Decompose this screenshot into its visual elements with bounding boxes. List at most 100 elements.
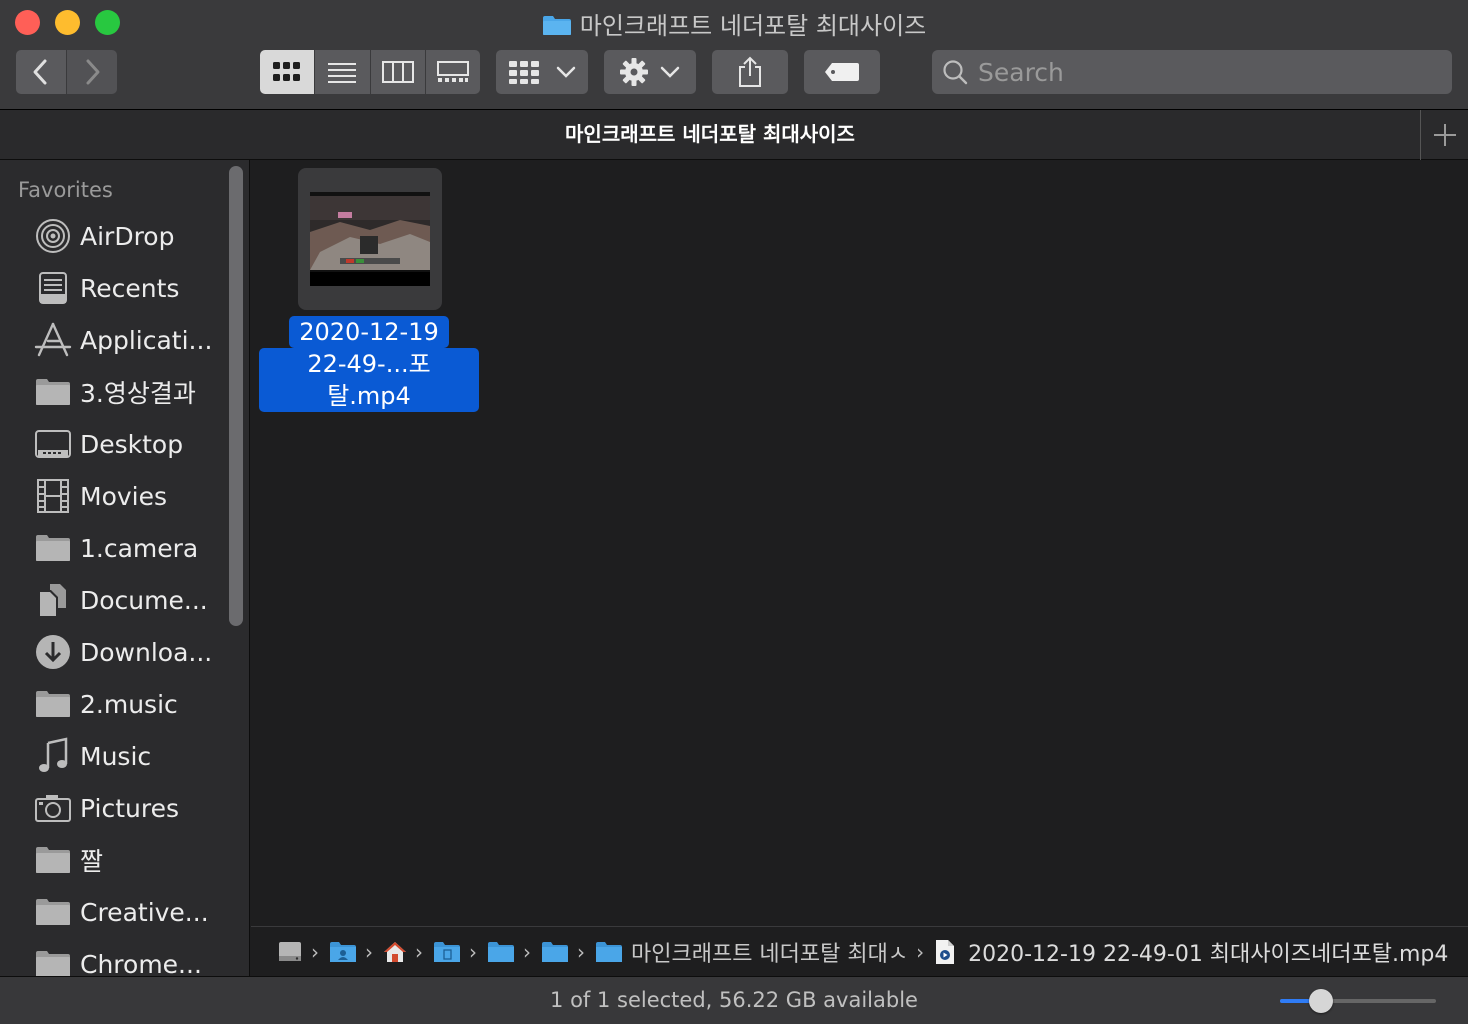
tab-current[interactable]: 마인크래프트 네더포탈 최대사이즈 xyxy=(0,110,1420,160)
sidebar-item-applications[interactable]: Applicati... xyxy=(0,314,222,366)
documents-folder-icon xyxy=(434,941,460,962)
group-by-button[interactable] xyxy=(496,50,588,94)
sidebar-item-3-result[interactable]: 3.영상결과 xyxy=(0,366,222,418)
path-bar: › › › › › › 마인크래프트 네더포탈 최대ㅅ › 2020-12-19… xyxy=(251,926,1468,976)
folder-icon xyxy=(542,16,571,35)
chevron-down-icon xyxy=(556,66,576,78)
sidebar-item-music[interactable]: Music xyxy=(0,730,222,782)
sidebar-scrollbar-thumb[interactable] xyxy=(229,166,243,626)
sidebar-item-airdrop[interactable]: AirDrop xyxy=(0,210,222,262)
sidebar-item-downloads[interactable]: Downloa... xyxy=(0,626,222,678)
sidebar-item-label: Creative... xyxy=(80,897,209,927)
movies-icon xyxy=(34,477,72,515)
sidebar-item-movies[interactable]: Movies xyxy=(0,470,222,522)
sidebar-item-label: Movies xyxy=(80,481,168,511)
path-separator-icon: › xyxy=(523,939,531,964)
chevron-left-icon xyxy=(33,59,47,85)
gallery-view-button[interactable] xyxy=(425,50,480,94)
forward-button[interactable] xyxy=(67,50,117,94)
list-view-button[interactable] xyxy=(315,50,371,94)
path-separator-icon: › xyxy=(365,939,373,964)
path-home[interactable] xyxy=(383,940,407,964)
home-icon xyxy=(384,941,406,962)
column-view-button[interactable] xyxy=(370,50,426,94)
sidebar-item-label: Music xyxy=(80,741,152,771)
sidebar-item-recents[interactable]: Recents xyxy=(0,262,222,314)
users-folder-icon xyxy=(330,941,356,962)
folder-icon xyxy=(34,373,72,411)
share-button[interactable] xyxy=(712,50,788,94)
sidebar-item-label: 1.camera xyxy=(80,533,199,563)
folder-icon xyxy=(488,941,514,962)
tag-button[interactable] xyxy=(804,50,880,94)
path-file[interactable]: 2020-12-19 22-49-01 최대사이즈네더포탈.mp4 xyxy=(934,936,1448,968)
new-tab-button[interactable] xyxy=(1420,110,1468,160)
folder-icon xyxy=(34,945,72,976)
search-field[interactable] xyxy=(932,50,1452,94)
back-button[interactable] xyxy=(16,50,66,94)
file-browser-area[interactable]: 2020-12-19 22-49-...포탈.mp4 xyxy=(251,160,1468,926)
sidebar-item-2-music[interactable]: 2.music xyxy=(0,678,222,730)
status-bar: 1 of 1 selected, 56.22 GB available xyxy=(0,976,1468,1024)
music-icon xyxy=(34,737,72,775)
applications-icon xyxy=(34,321,72,359)
sidebar-item-label: Downloa... xyxy=(80,637,213,667)
path-folder-2[interactable] xyxy=(541,940,569,964)
sidebar-item-label: Chrome... xyxy=(80,949,202,977)
video-thumbnail-image xyxy=(310,192,430,286)
hard-disk-icon xyxy=(279,941,301,961)
folder-icon xyxy=(34,529,72,567)
sidebar-item-label: Docume... xyxy=(80,585,208,615)
gear-icon xyxy=(620,58,648,86)
sidebar: Favorites AirDrop Recents Applicati... 3… xyxy=(0,160,250,976)
path-separator-icon: › xyxy=(916,939,925,964)
sidebar-item-1-camera[interactable]: 1.camera xyxy=(0,522,222,574)
path-users[interactable] xyxy=(329,940,357,964)
sidebar-section-favorites: Favorites xyxy=(18,178,113,202)
sidebar-item-pictures[interactable]: Pictures xyxy=(0,782,222,834)
file-name-line1: 2020-12-19 xyxy=(289,316,449,348)
airdrop-icon xyxy=(34,217,72,255)
sidebar-item-label: 3.영상결과 xyxy=(80,379,196,408)
path-documents[interactable] xyxy=(433,940,461,964)
sidebar-item-label: 2.music xyxy=(80,689,178,719)
gallery-view-icon xyxy=(436,61,469,82)
column-view-icon xyxy=(381,61,414,83)
sidebar-item-label: AirDrop xyxy=(80,221,175,251)
sidebar-scrollbar[interactable] xyxy=(222,160,249,976)
folder-icon xyxy=(34,685,72,723)
folder-icon xyxy=(34,893,72,931)
sidebar-item-documents[interactable]: Docume... xyxy=(0,574,222,626)
finder-window: 마인크래프트 네더포탈 최대사이즈 Search 마인크래프트 네더포탈 최대사… xyxy=(0,0,1468,1024)
sidebar-item-label: Desktop xyxy=(80,429,184,459)
search-input[interactable] xyxy=(978,57,1418,87)
sidebar-item-label: Pictures xyxy=(80,793,179,823)
path-folder-1[interactable] xyxy=(487,940,515,964)
path-separator-icon: › xyxy=(469,939,477,964)
downloads-icon xyxy=(34,633,72,671)
title-toolbar: 마인크래프트 네더포탈 최대사이즈 xyxy=(0,0,1468,110)
list-view-icon xyxy=(328,63,357,83)
action-menu-button[interactable] xyxy=(604,50,696,94)
video-thumbnail[interactable] xyxy=(298,168,442,310)
recents-icon xyxy=(34,269,72,307)
file-name-label[interactable]: 2020-12-19 22-49-...포탈.mp4 xyxy=(259,316,479,412)
video-file-icon xyxy=(936,939,955,964)
icon-size-slider-knob[interactable] xyxy=(1309,989,1333,1013)
path-separator-icon: › xyxy=(311,939,319,964)
icon-view-icon xyxy=(273,62,301,81)
status-text: 1 of 1 selected, 56.22 GB available xyxy=(550,988,918,1012)
folder-icon xyxy=(34,841,72,879)
path-disk[interactable] xyxy=(277,939,303,965)
path-current-folder-label: 마인크래프트 네더포탈 최대ㅅ xyxy=(631,941,909,967)
sidebar-item-desktop[interactable]: Desktop xyxy=(0,418,222,470)
path-current-folder[interactable]: 마인크래프트 네더포탈 최대ㅅ xyxy=(595,936,908,968)
sidebar-item-creative[interactable]: Creative... xyxy=(0,886,222,938)
icon-size-slider[interactable] xyxy=(1280,989,1436,1013)
chevron-right-icon xyxy=(86,59,100,85)
pictures-icon xyxy=(34,789,72,827)
icon-view-button[interactable] xyxy=(260,50,316,94)
sidebar-item-jjal[interactable]: 짤 xyxy=(0,834,222,886)
folder-icon xyxy=(542,941,568,962)
sidebar-item-chrome[interactable]: Chrome... xyxy=(0,938,222,976)
